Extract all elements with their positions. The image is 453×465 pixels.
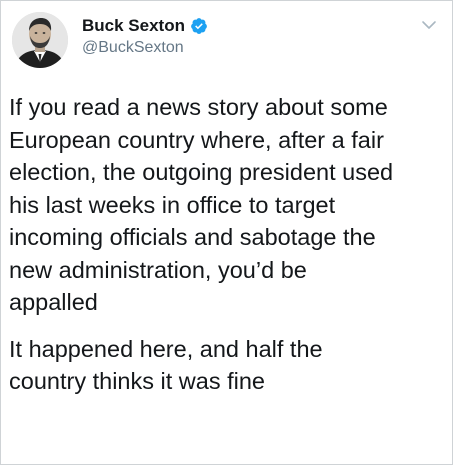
avatar[interactable] — [12, 12, 68, 68]
chevron-down-icon[interactable] — [421, 19, 437, 31]
author-name-row: Buck Sexton — [82, 15, 208, 37]
tweet-paragraph: If you read a news story about some Euro… — [9, 94, 394, 315]
display-name[interactable]: Buck Sexton — [82, 15, 185, 37]
tweet-card: Buck Sexton @BuckSexton If you read a ne… — [0, 0, 453, 465]
author-handle[interactable]: @BuckSexton — [82, 38, 184, 58]
avatar-image — [12, 12, 68, 68]
tweet-header: Buck Sexton @BuckSexton — [1, 1, 452, 81]
tweet-text: If you read a news story about some Euro… — [9, 91, 447, 398]
verified-badge-icon — [191, 18, 207, 34]
tweet-paragraph: It happened here, and half the country t… — [9, 335, 323, 395]
